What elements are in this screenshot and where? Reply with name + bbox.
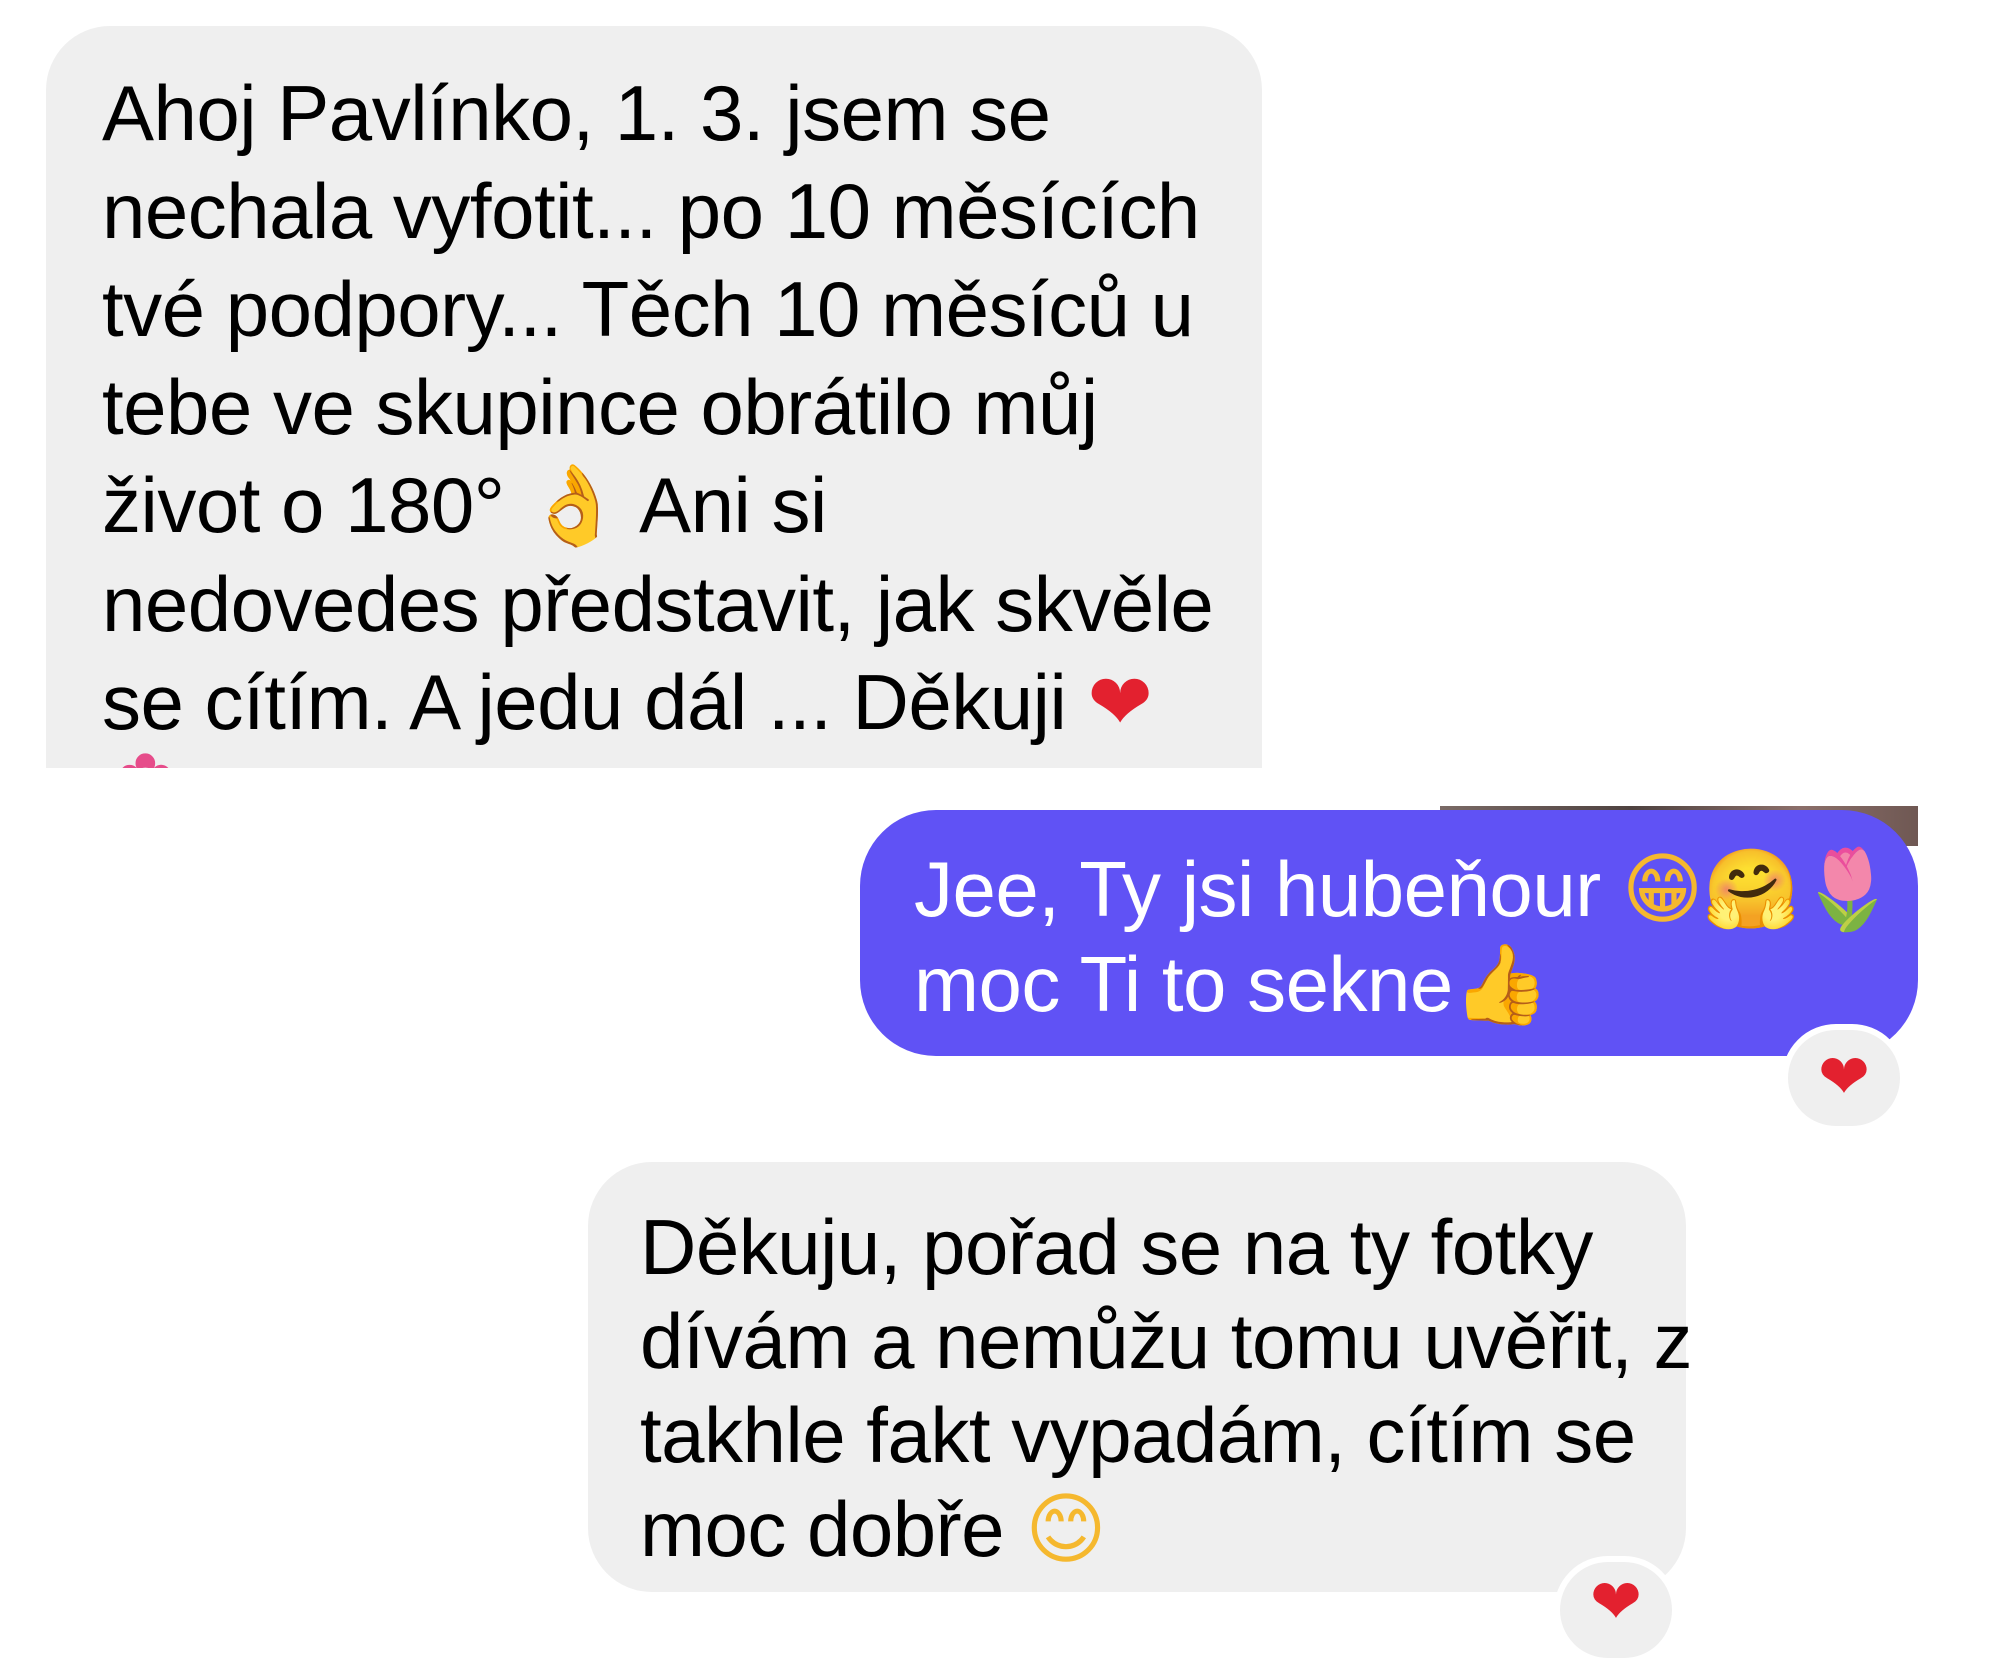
red-heart-emoji-icon: ❤ xyxy=(1818,1040,1870,1113)
message-line-group: se cítím. A jedu dál ... Děkuji ❤ xyxy=(102,653,1262,752)
flower-emoji-icon: ✿ xyxy=(116,744,175,768)
message-line-group: život o 180° 👌 Ani si xyxy=(102,456,1262,555)
hugging-emoji-icon: 🤗 xyxy=(1702,845,1800,935)
heart-reaction-badge[interactable]: ❤ xyxy=(1782,1024,1906,1132)
message-line-group: moc Ti to sekne👍 xyxy=(914,937,1918,1032)
message-line: Ahoj Pavlínko, 1. 3. jsem se xyxy=(102,69,1051,157)
tulip-emoji-icon: 🌷 xyxy=(1799,845,1896,935)
thumbs-up-emoji-icon: 👍 xyxy=(1452,940,1550,1030)
message-text: život o 180° xyxy=(102,461,505,549)
incoming-message-bubble[interactable]: Děkuju, pořad se na ty fotky dívám a nem… xyxy=(588,1162,1692,1592)
red-heart-emoji-icon: ❤ xyxy=(1087,658,1153,748)
ok-hand-emoji-icon: 👌 xyxy=(525,461,623,551)
heart-reaction-badge[interactable]: ❤ xyxy=(1554,1556,1678,1664)
message-line: takhle fakt vypadám, cítím se xyxy=(640,1391,1636,1479)
message-text: moc dobře xyxy=(640,1485,1005,1573)
message-text: Jee, Ty jsi hubeňour xyxy=(914,845,1601,933)
message-line: nechala vyfotit... po 10 měsících xyxy=(102,167,1200,255)
message-line: dívám a nemůžu tomu uvěřit, z xyxy=(640,1297,1692,1385)
message-text: se cítím. A jedu dál ... Děkuji xyxy=(102,658,1067,746)
outgoing-message-bubble[interactable]: Jee, Ty jsi hubeňour 😁🤗🌷 moc Ti to sekne… xyxy=(860,810,1918,1056)
incoming-message-bubble[interactable]: Ahoj Pavlínko, 1. 3. jsem se nechala vyf… xyxy=(46,26,1262,768)
message-line-group: Jee, Ty jsi hubeňour 😁🤗🌷 xyxy=(914,842,1918,937)
smiling-emoji-icon: 😊 xyxy=(1025,1485,1107,1575)
message-line-group: moc dobře 😊 xyxy=(640,1482,1686,1577)
message-line: nedovedes představit, jak skvěle xyxy=(102,560,1214,648)
message-line: Děkuju, pořad se na ty fotky xyxy=(640,1203,1593,1291)
message-line: tvé podpory... Těch 10 měsíců u xyxy=(102,265,1194,353)
red-heart-emoji-icon: ❤ xyxy=(1590,1565,1642,1638)
message-line: tebe ve skupince obrátilo můj xyxy=(102,363,1098,451)
message-text: Ani si xyxy=(639,461,827,549)
message-text: moc Ti to sekne xyxy=(914,940,1453,1028)
grinning-emoji-icon: 😁 xyxy=(1621,845,1703,935)
